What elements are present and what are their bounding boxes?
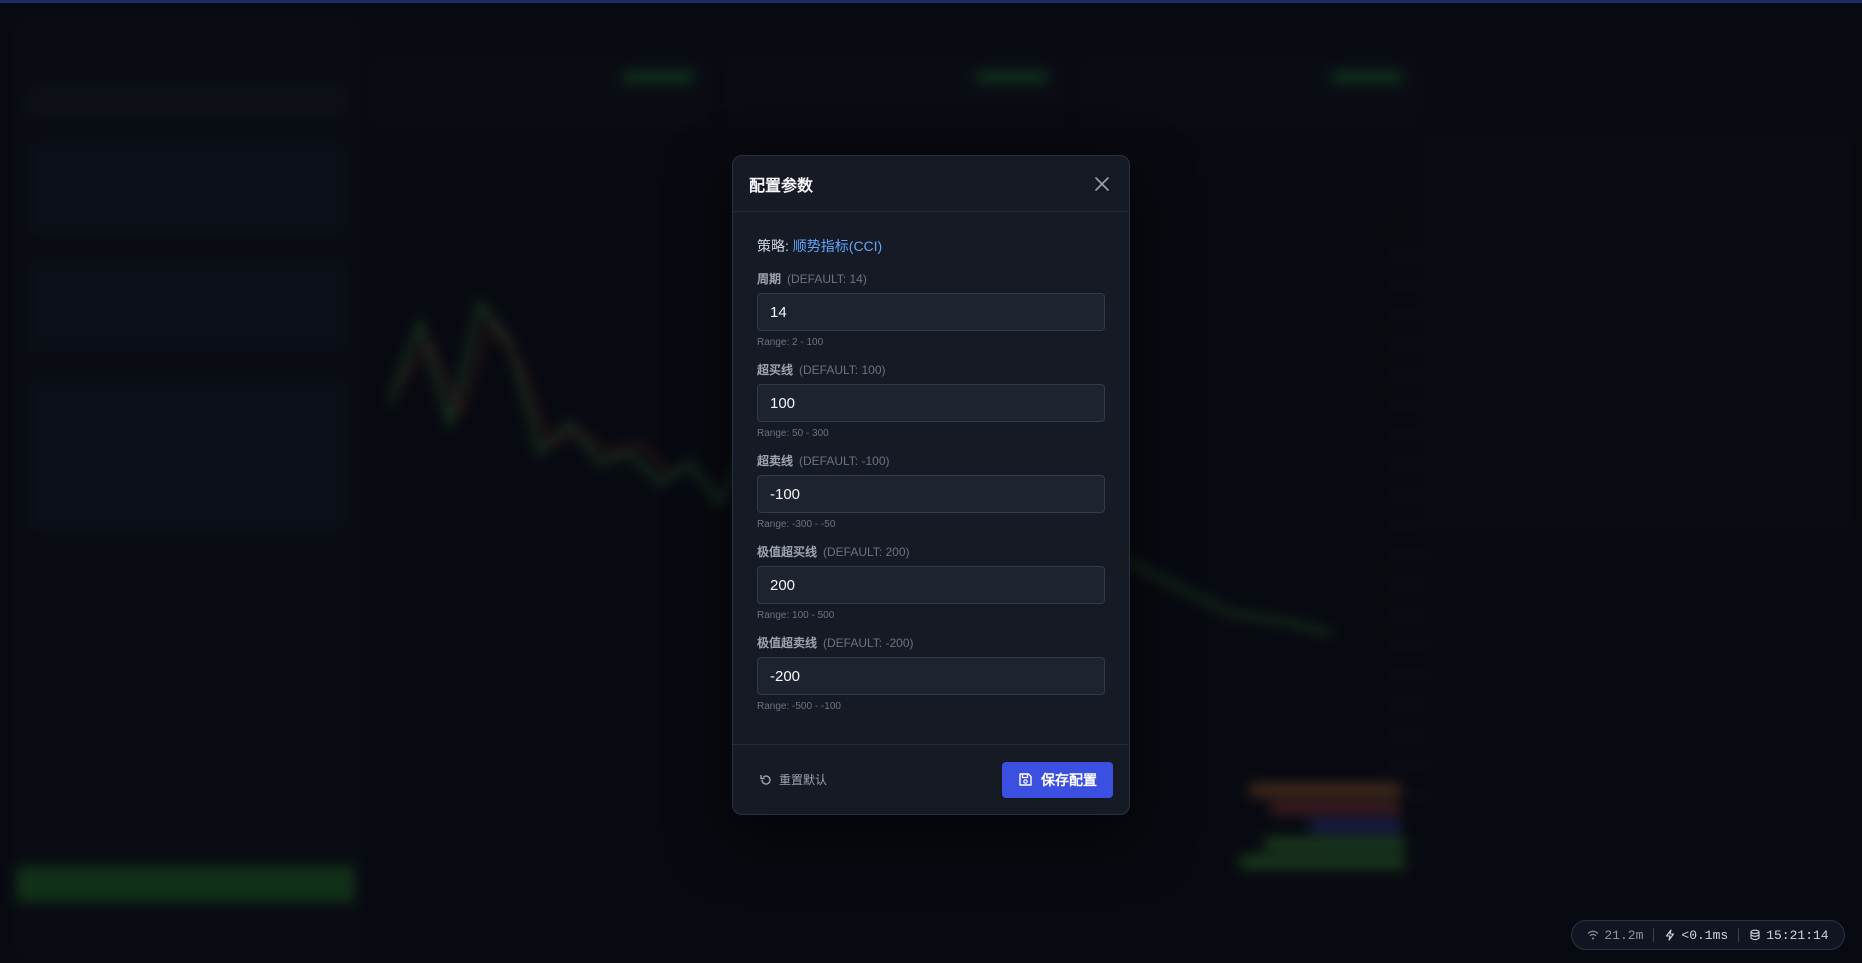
field-default: (DEFAULT: 14) [787,272,867,286]
status-bar: 21.2m <0.1ms 15:21:14 [1571,920,1845,950]
extreme-oversold-input[interactable] [757,657,1105,695]
wifi-icon [1587,930,1599,940]
lightning-icon [1666,929,1675,941]
network-value: 21.2m [1604,927,1644,943]
dialog-title: 配置参数 [749,177,814,195]
latency-value: <0.1ms [1681,927,1729,943]
strategy-line: 策略: 顺势指标(CCI) [757,236,1105,256]
field-default: (DEFAULT: -200) [823,636,914,650]
dialog-body: 策略: 顺势指标(CCI) 周期 (DEFAULT: 14) Range: 2 -… [733,212,1129,712]
overbought-input[interactable] [757,384,1105,422]
field-label: 极值超卖线 [757,636,818,650]
divider [1738,928,1740,942]
field-range: Range: -300 - -50 [757,519,836,530]
save-label: 保存配置 [1041,771,1097,788]
field-default: (DEFAULT: 200) [823,545,910,559]
save-config-button[interactable]: 保存配置 [1002,761,1113,798]
field-label: 极值超买线 [757,545,818,559]
field-range: Range: -500 - -100 [757,701,841,712]
strategy-name: 顺势指标(CCI) [792,238,883,254]
extreme-overbought-input[interactable] [757,566,1105,604]
field-label: 超买线 [757,363,794,377]
field-default: (DEFAULT: 100) [799,363,886,377]
divider [1653,928,1655,942]
dialog-header: 配置参数 [733,156,1129,212]
field-label: 周期 [757,272,782,286]
reset-label: 重置默认 [779,773,828,787]
close-button[interactable] [1091,173,1113,195]
clock-status: 15:21:14 [1749,927,1829,943]
time-value: 15:21:14 [1766,927,1829,943]
field-label: 超卖线 [757,454,794,468]
config-params-dialog: 配置参数 策略: 顺势指标(CCI) 周期 (DEFAULT: 14) Range… [732,155,1130,815]
field-overbought: 超买线 (DEFAULT: 100) Range: 50 - 300 [757,361,1105,439]
app-window: 配置参数 策略: 顺势指标(CCI) 周期 (DEFAULT: 14) Range… [0,0,1862,963]
save-icon [1019,773,1032,786]
field-range: Range: 100 - 500 [757,610,835,621]
database-icon [1750,929,1760,941]
period-input[interactable] [757,293,1105,331]
latency-status: <0.1ms [1664,928,1728,943]
close-icon [1095,176,1109,191]
reset-icon [760,774,771,785]
field-range: Range: 50 - 300 [757,428,829,439]
field-extreme-overbought: 极值超买线 (DEFAULT: 200) Range: 100 - 500 [757,543,1105,621]
network-status: 21.2m [1587,928,1643,943]
reset-defaults-button[interactable]: 重置默认 [759,771,827,788]
field-oversold: 超卖线 (DEFAULT: -100) Range: -300 - -50 [757,452,1105,530]
field-default: (DEFAULT: -100) [799,454,890,468]
strategy-prefix: 策略: [757,238,789,254]
oversold-input[interactable] [757,475,1105,513]
dialog-footer: 重置默认 保存配置 [733,744,1129,814]
field-period: 周期 (DEFAULT: 14) Range: 2 - 100 [757,270,1105,348]
field-extreme-oversold: 极值超卖线 (DEFAULT: -200) Range: -500 - -100 [757,634,1105,712]
field-range: Range: 2 - 100 [757,337,824,348]
